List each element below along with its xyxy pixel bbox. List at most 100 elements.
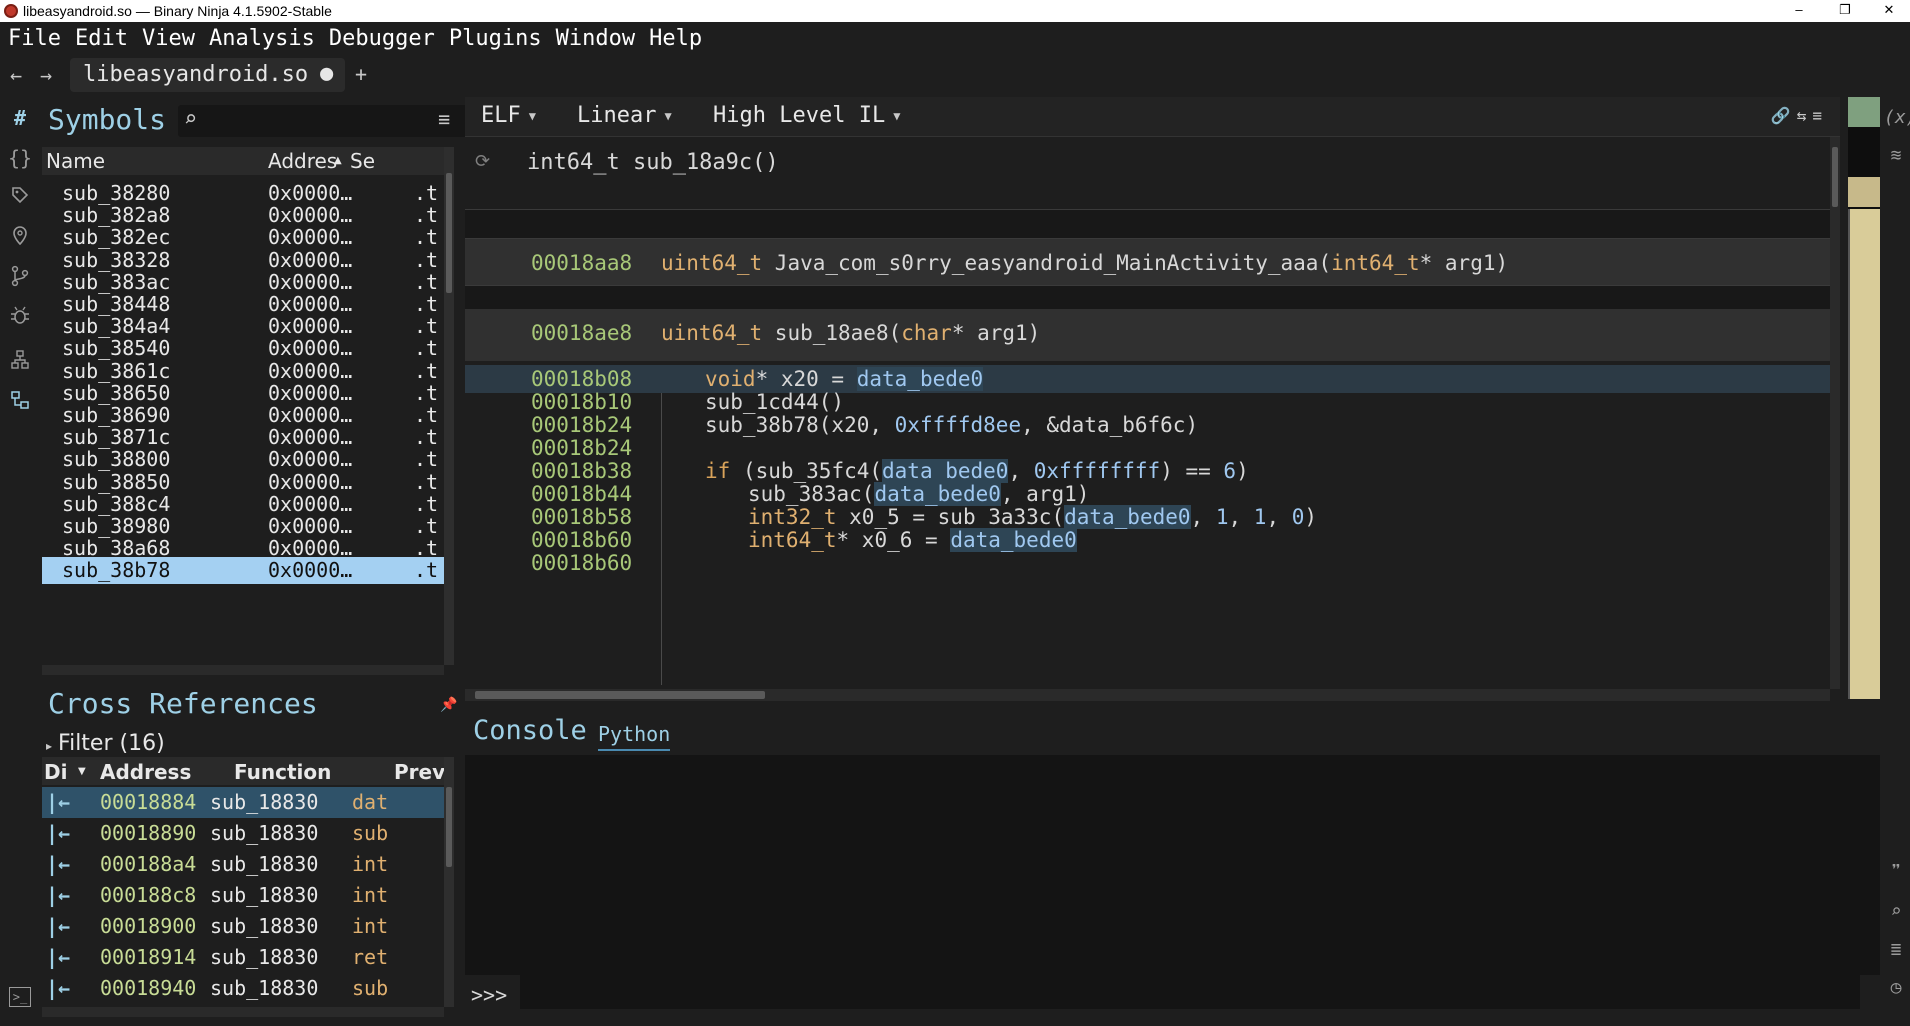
xrefs-horizontal-scrollbar[interactable]: [42, 1007, 444, 1017]
function-address: 00018aa8: [531, 251, 633, 275]
current-function-signature[interactable]: int64_t sub_18a9c(): [527, 150, 779, 175]
xref-direction-icon: |←: [46, 883, 71, 907]
tab-python[interactable]: Python: [598, 722, 671, 751]
xref-address: 00018900: [100, 914, 197, 938]
symbols-vertical-scrollbar[interactable]: [444, 147, 454, 665]
line-address: 00018b60: [531, 551, 633, 575]
pin-icon[interactable]: 📌: [440, 697, 457, 713]
symbols-hash-icon[interactable]: #: [7, 105, 33, 131]
symbol-row[interactable]: sub_38b78 0x0000… .t: [42, 557, 444, 585]
jni-function-name[interactable]: Java_com_s0rry_easyandroid_MainActivity_…: [775, 251, 1319, 275]
symbols-horizontal-scrollbar[interactable]: [42, 665, 444, 675]
menu-plugins[interactable]: Plugins: [449, 26, 542, 51]
column-name[interactable]: Name: [46, 149, 105, 173]
menu-help[interactable]: Help: [649, 26, 702, 51]
forward-arrow-icon[interactable]: →: [40, 63, 52, 87]
cross-references-icon[interactable]: [7, 389, 33, 415]
function-signature[interactable]: uint64_t sub_18ae8(char* arg1): [661, 321, 1040, 345]
column-xref-address[interactable]: Address: [100, 760, 191, 784]
log-lines-icon[interactable]: ≣: [1884, 939, 1908, 960]
unsaved-dot-icon[interactable]: ●: [320, 61, 333, 86]
code-vertical-scrollbar[interactable]: [1830, 137, 1840, 689]
debugger-bug-icon[interactable]: [7, 305, 33, 331]
back-arrow-icon[interactable]: ←: [10, 63, 22, 87]
xrefs-scroll-thumb[interactable]: [446, 787, 452, 867]
variables-icon[interactable]: (x): [1884, 107, 1910, 128]
xref-row[interactable]: |← 00018900 sub_18830 int: [42, 911, 444, 942]
minimize-button[interactable]: –: [1776, 0, 1822, 22]
function-signature[interactable]: uint64_t Java_com_s0rry_easyandroid_Main…: [661, 251, 1508, 275]
console-output[interactable]: [465, 755, 1880, 975]
types-braces-icon[interactable]: {}: [7, 145, 33, 171]
header-toolbar-icons[interactable]: 🔗⇆≡: [1771, 106, 1828, 125]
tab-bar: ← → libeasyandroid.so ● +: [0, 55, 1910, 97]
code-horizontal-scrollbar[interactable]: [465, 689, 1830, 701]
tab-libeasyandroid[interactable]: libeasyandroid.so ●: [70, 58, 345, 92]
code-hscroll-thumb[interactable]: [475, 691, 765, 699]
xref-function: sub_18830: [210, 914, 319, 938]
view-type-label: ELF: [481, 103, 521, 128]
terminal-console-icon[interactable]: >_: [9, 987, 31, 1007]
menu-view[interactable]: View: [142, 26, 195, 51]
xrefs-vertical-scrollbar[interactable]: [444, 757, 454, 1007]
function-header-block[interactable]: 00018ae8 uint64_t sub_18ae8(char* arg1): [465, 309, 1830, 361]
location-pin-icon[interactable]: [7, 225, 33, 251]
menu-file[interactable]: File: [8, 26, 61, 51]
code-line[interactable]: 00018b60: [465, 549, 1830, 577]
xref-row[interactable]: |← 00018940 sub_18830 sub: [42, 973, 444, 1004]
xref-direction-icon: |←: [46, 976, 71, 1000]
chevron-down-icon: ▼: [664, 109, 672, 123]
xref-preview: dat: [352, 790, 389, 814]
xref-preview: sub: [352, 976, 389, 1000]
column-section[interactable]: Se: [350, 149, 375, 173]
feature-map[interactable]: [1848, 97, 1880, 703]
console-input[interactable]: [520, 975, 1860, 1009]
close-window-button[interactable]: ✕: [1866, 0, 1910, 22]
console-prompt: >>>: [471, 983, 508, 1007]
column-direction[interactable]: Di: [44, 760, 67, 784]
xref-address: 000188c8: [100, 883, 197, 907]
code-view-header: ELF ▼ Linear ▼ High Level IL ▼ 🔗⇆≡: [465, 97, 1840, 137]
xref-direction-icon: |←: [46, 790, 71, 814]
refresh-icon[interactable]: ⟳: [475, 151, 490, 172]
xref-row[interactable]: |← 000188a4 sub_18830 int: [42, 849, 444, 880]
function-header-block[interactable]: 00018aa8 uint64_t Java_com_s0rry_easyand…: [465, 239, 1830, 291]
layers-icon[interactable]: ≋: [1884, 145, 1908, 166]
xrefs-filter-toggle[interactable]: ▸ Filter (16): [46, 731, 165, 756]
search-icon[interactable]: ⌕: [1884, 901, 1908, 922]
column-address[interactable]: Addres: [268, 149, 337, 173]
feature-map-viewport-band[interactable]: [1848, 177, 1880, 207]
branch-graph-icon[interactable]: [7, 265, 33, 291]
history-clock-icon[interactable]: ◷: [1884, 977, 1908, 998]
tags-icon[interactable]: [7, 185, 33, 211]
restore-button[interactable]: ❐: [1822, 0, 1868, 22]
menu-debugger[interactable]: Debugger: [329, 26, 435, 51]
symbols-search-input[interactable]: ⌕: [178, 105, 470, 137]
menu-analysis[interactable]: Analysis: [209, 26, 315, 51]
xref-address: 00018890: [100, 821, 197, 845]
xref-row[interactable]: |← 00018884 sub_18830 dat: [42, 787, 444, 818]
menu-edit[interactable]: Edit: [75, 26, 128, 51]
xrefs-title: Cross References: [48, 687, 318, 720]
xref-row[interactable]: |← 00018890 sub_18830 sub: [42, 818, 444, 849]
xref-preview: int: [352, 883, 389, 907]
xref-direction-icon: |←: [46, 821, 71, 845]
xref-row[interactable]: |← 00018914 sub_18830 ret: [42, 942, 444, 973]
column-function[interactable]: Function: [234, 760, 331, 784]
layout-dropdown[interactable]: Linear ▼: [577, 103, 672, 128]
symbols-menu-icon[interactable]: ≡: [438, 107, 450, 131]
linear-code-view[interactable]: ⟳ int64_t sub_18a9c() 00018aa8 uint64_t …: [465, 137, 1830, 689]
symbols-scroll-thumb[interactable]: [446, 173, 452, 293]
xref-function: sub_18830: [210, 821, 319, 845]
column-preview[interactable]: Prev: [394, 760, 445, 784]
xref-address: 00018914: [100, 945, 197, 969]
code-scroll-thumb[interactable]: [1832, 147, 1838, 207]
xref-row[interactable]: |← 000188c8 sub_18830 int: [42, 880, 444, 911]
il-level-dropdown[interactable]: High Level IL ▼: [713, 103, 900, 128]
console-title: Console: [473, 715, 587, 746]
view-type-dropdown[interactable]: ELF ▼: [481, 103, 536, 128]
quote-comment-icon[interactable]: ❞: [1884, 861, 1908, 882]
new-tab-plus-icon[interactable]: +: [355, 62, 367, 86]
menu-window[interactable]: Window: [556, 26, 635, 51]
hierarchy-icon[interactable]: [7, 349, 33, 375]
